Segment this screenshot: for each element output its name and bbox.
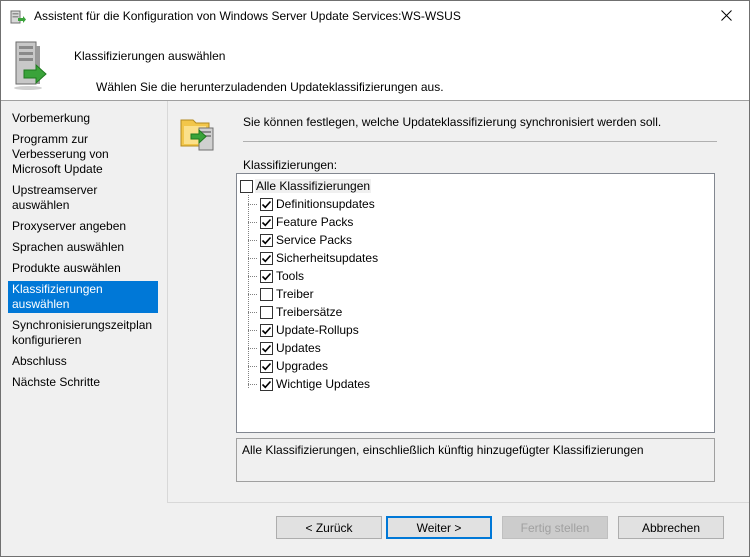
classifications-label: Klassifizierungen: [243, 158, 338, 172]
tree-item-drivers[interactable]: Treiber [248, 285, 315, 303]
tree-item-updates[interactable]: Updates [248, 339, 322, 357]
checkbox-updates[interactable] [260, 341, 273, 355]
checkmark-icon [261, 362, 272, 370]
tree-item-label: Tools [276, 269, 305, 283]
tree-item-upgrades[interactable]: Upgrades [248, 357, 329, 375]
checkbox-service-packs[interactable] [260, 233, 273, 247]
nav-item-languages[interactable]: Sprachen auswählen [8, 239, 158, 256]
checkmark-icon [261, 344, 272, 352]
footer-separator [167, 502, 749, 503]
checkbox-feature-packs[interactable] [260, 215, 273, 229]
checkmark-icon [261, 272, 272, 280]
next-button[interactable]: Weiter > [386, 516, 492, 539]
nav-item-microsoft-update-program[interactable]: Programm zur Verbesserung von Microsoft … [8, 131, 158, 178]
nav-item-next-steps[interactable]: Nächste Schritte [8, 374, 158, 391]
classification-description: Alle Klassifizierungen, einschließlich k… [236, 438, 715, 482]
server-tower-icon [10, 40, 50, 92]
intro-separator [243, 141, 717, 142]
classifications-tree[interactable]: Alle Klassifizierungen Definitionsupdate… [236, 173, 715, 433]
page-subtitle: Wählen Sie die herunterzuladenden Update… [96, 80, 444, 94]
tree-item-definition-updates[interactable]: Definitionsupdates [248, 195, 376, 213]
wizard-navigation: Vorbemerkung Programm zur Verbesserung v… [8, 110, 158, 395]
tree-item-label: Update-Rollups [276, 323, 359, 337]
checkbox-update-rollups[interactable] [260, 323, 273, 337]
content-panel: Sie können festlegen, welche Updateklass… [167, 101, 749, 502]
checkmark-icon [261, 254, 272, 262]
tree-item-label: Feature Packs [276, 215, 354, 229]
folder-update-icon [179, 112, 219, 152]
tree-item-all-classifications[interactable]: Alle Klassifizierungen [240, 177, 372, 195]
tree-item-tools[interactable]: Tools [248, 267, 305, 285]
tree-item-label: Definitionsupdates [276, 197, 375, 211]
tree-item-service-packs[interactable]: Service Packs [248, 231, 353, 249]
wizard-window: Assistent für die Konfiguration von Wind… [0, 0, 750, 557]
tree-item-label: Treiber [276, 287, 314, 301]
tree-item-label: Alle Klassifizierungen [255, 179, 372, 193]
tree-item-security-updates[interactable]: Sicherheitsupdates [248, 249, 379, 267]
close-button[interactable] [703, 1, 749, 32]
tree-item-driver-sets[interactable]: Treibersätze [248, 303, 343, 321]
nav-item-products[interactable]: Produkte auswählen [8, 260, 158, 277]
checkmark-icon [261, 200, 272, 208]
page-title: Klassifizierungen auswählen [74, 49, 226, 63]
checkbox-drivers[interactable] [260, 287, 273, 301]
nav-item-upstream-server[interactable]: Upstreamserver auswählen [8, 182, 158, 214]
tree-item-feature-packs[interactable]: Feature Packs [248, 213, 354, 231]
checkbox-definition-updates[interactable] [260, 197, 273, 211]
close-icon [720, 9, 732, 24]
checkbox-critical-updates[interactable] [260, 377, 273, 391]
tree-item-label: Updates [276, 341, 321, 355]
tree-item-update-rollups[interactable]: Update-Rollups [248, 321, 360, 339]
nav-item-finish[interactable]: Abschluss [8, 353, 158, 370]
wizard-header: Klassifizierungen auswählen Wählen Sie d… [1, 32, 749, 101]
nav-item-proxy-server[interactable]: Proxyserver angeben [8, 218, 158, 235]
tree-item-label: Treibersätze [276, 305, 343, 319]
tree-item-label: Wichtige Updates [276, 377, 371, 391]
checkmark-icon [261, 380, 272, 388]
checkbox-security-updates[interactable] [260, 251, 273, 265]
checkbox-upgrades[interactable] [260, 359, 273, 373]
checkbox-all-classifications[interactable] [240, 179, 253, 193]
tree-item-label: Service Packs [276, 233, 353, 247]
nav-item-classifications[interactable]: Klassifizierungen auswählen [8, 281, 158, 313]
nav-item-vorbemerkung[interactable]: Vorbemerkung [8, 110, 158, 127]
title-bar: Assistent für die Konfiguration von Wind… [1, 1, 749, 32]
checkbox-driver-sets[interactable] [260, 305, 273, 319]
back-button[interactable]: < Zurück [276, 516, 382, 539]
nav-item-sync-schedule[interactable]: Synchronisierungszeitplan konfigurieren [8, 317, 158, 349]
tree-item-critical-updates[interactable]: Wichtige Updates [248, 375, 371, 393]
checkbox-tools[interactable] [260, 269, 273, 283]
checkmark-icon [261, 236, 272, 244]
window-title: Assistent für die Konfiguration von Wind… [34, 9, 461, 23]
server-update-icon [10, 10, 26, 24]
intro-text: Sie können festlegen, welche Updateklass… [243, 115, 662, 129]
cancel-button[interactable]: Abbrechen [618, 516, 724, 539]
checkmark-icon [261, 218, 272, 226]
checkmark-icon [261, 326, 272, 334]
tree-item-label: Upgrades [276, 359, 329, 373]
finish-button: Fertig stellen [502, 516, 608, 539]
tree-item-label: Sicherheitsupdates [276, 251, 379, 265]
